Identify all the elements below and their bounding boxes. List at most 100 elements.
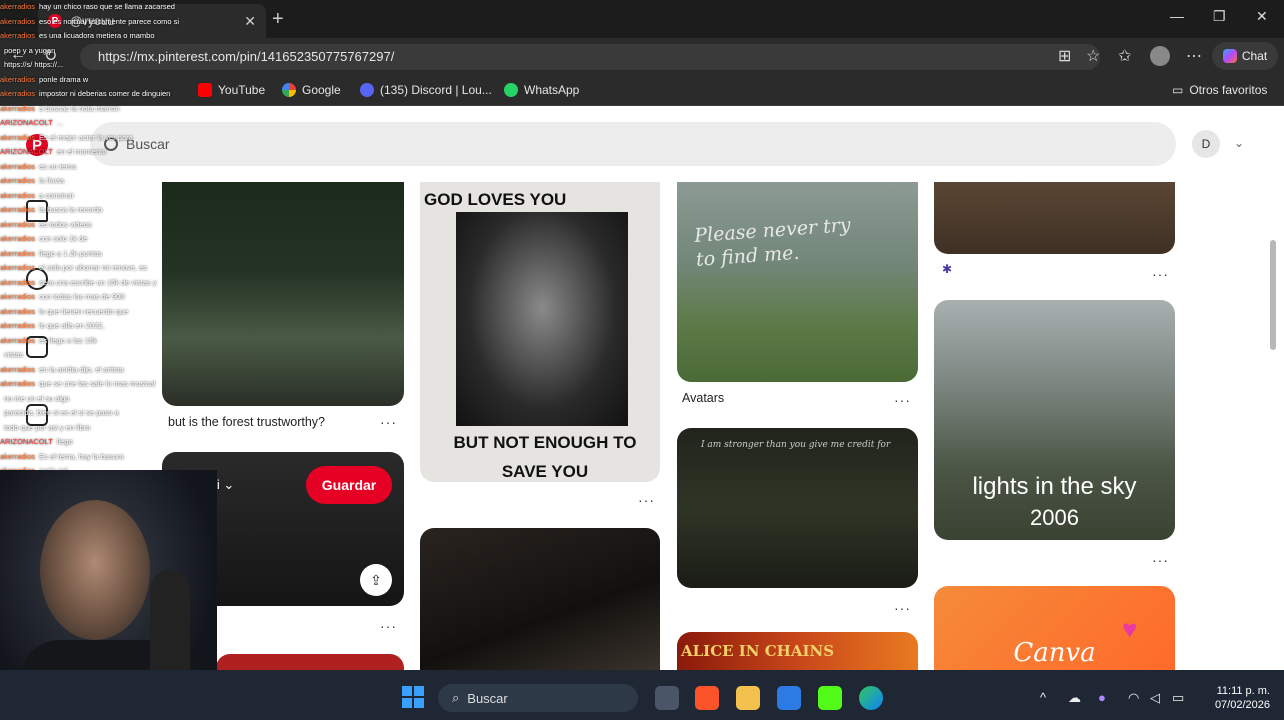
pin-alice-in-chains[interactable]: ALICE IN CHAINS [677,632,918,670]
pin-please-never-try[interactable]: Please never try to find me. [677,182,918,382]
chat-message: akerradios llego a 1.2k puntos [0,247,220,262]
favorites-icon[interactable]: ✩ [1118,46,1131,66]
scrollbar-thumb[interactable] [1270,240,1276,350]
chat-text: https://s/ https://... [4,60,64,69]
chat-text: impostor ni deberias comer de dinguien [39,89,171,98]
chat-message: no me un el su algo [0,392,220,407]
chat-text: con todas los mas de 900 [39,292,125,301]
kick-icon[interactable] [818,686,842,710]
pin-canva-ad[interactable]: Canva ♥ [934,586,1175,670]
chat-username: akerradios [0,176,36,185]
onedrive-icon[interactable]: ☁ [1068,690,1081,706]
taskbar [0,670,1284,720]
chat-username: akerradios [0,248,36,258]
copilot-chat-button[interactable]: Chat [1212,42,1278,70]
pin-night-forest-image[interactable] [420,528,660,670]
chat-message: akerradios es llego a las 15k [0,334,220,349]
more-menu-icon[interactable]: ⋯ [1186,46,1202,66]
pin-caption[interactable]: Avatars [682,391,724,405]
chat-text: eso es normal fisicamente parece como si [39,16,180,26]
chat-message: todo que por asi y en libro [0,421,220,436]
chat-message: poep y a yugan [0,44,220,59]
bookmark-discord[interactable]: (135) Discord | Lou... [360,83,492,97]
minimize-icon[interactable]: — [1170,8,1184,24]
file-explorer-icon[interactable] [736,686,760,710]
chat-message: parecida, bien si es el si se paso a [0,406,220,421]
store-icon[interactable] [777,686,801,710]
bookmark-whatsapp[interactable]: WhatsApp [504,83,579,97]
more-options-icon[interactable]: ··· [894,392,911,408]
save-button[interactable]: Guardar [306,466,392,504]
chat-message: https://s/ https://... [0,58,220,73]
other-favorites[interactable]: ▭ Otros favoritos [1172,83,1267,97]
wifi-icon[interactable]: ◠ [1128,690,1139,706]
close-tab-icon[interactable]: ✕ [244,13,256,30]
chat-username: akerradios [0,379,36,388]
more-options-icon[interactable]: ··· [380,618,397,634]
chat-username: akerradios [0,16,36,26]
windows-start-icon[interactable] [402,686,424,708]
more-options-icon[interactable]: ··· [1152,266,1169,282]
chat-username: akerradios [0,31,36,40]
task-view-icon[interactable] [655,686,679,710]
angel-photo [456,212,628,426]
microphone-icon[interactable]: ● [1098,690,1106,705]
chat-username: akerradios [0,321,36,330]
chat-message: akerradios sera una escribe un 15k de vis… [0,276,220,291]
show-hidden-icons-chevron[interactable]: ^ [1040,690,1046,705]
address-bar[interactable]: https://mx.pinterest.com/pin/14165235077… [80,44,1100,70]
search-input[interactable]: Buscar [90,122,1176,166]
chat-username: akerradios [0,219,36,229]
chevron-down-icon[interactable]: ⌄ [1234,136,1244,150]
chat-message: akerradios impostor ni deberias comer de … [0,87,220,102]
chat-text: no me un el su algo [4,393,70,403]
board-select[interactable]: ii ⌄ [214,477,234,493]
chat-username: ARIZONACOLT [0,437,53,446]
bookmark-google[interactable]: Google [282,83,341,97]
chat-message: akerradios eo todos videos [0,218,220,233]
edge-icon[interactable] [859,686,883,710]
new-tab-icon[interactable]: + [272,8,284,31]
pin-lights-in-the-sky[interactable]: lights in the sky 2006 [934,300,1175,540]
pin-god-loves-you[interactable]: GOD LOVES YOU BUT NOT ENOUGH TO SAVE YOU [420,182,660,482]
more-options-icon[interactable]: ··· [894,600,911,616]
chat-message: akerradios lo que alla en 2022, [0,319,220,334]
chat-message: akerradios a construir [0,189,220,204]
taskbar-clock[interactable]: 11:11 p. m. 07/02/2026 [1198,684,1270,712]
close-window-icon[interactable]: ✕ [1256,8,1268,25]
browser-profile-avatar[interactable] [1150,46,1170,66]
chat-username: akerradios [0,292,36,301]
more-options-icon[interactable]: ··· [380,414,397,430]
copilot-icon [1222,49,1237,63]
profile-avatar[interactable]: D [1192,130,1220,158]
chat-text: es llego a las 15k [39,335,97,345]
chat-text: lo que tienen recuerdo que [39,306,129,316]
pin-path-image[interactable] [934,182,1175,254]
chat-username: akerradios [0,306,36,316]
heart-icon: ♥ [1122,614,1138,644]
taskbar-search[interactable]: ⌕ Buscar [438,684,638,712]
chat-username: akerradios [0,205,36,214]
chat-username: akerradios [0,263,36,272]
battery-icon[interactable]: ▭ [1172,690,1184,706]
more-options-icon[interactable]: ··· [1152,552,1169,568]
favorite-star-icon[interactable]: ☆ [1086,46,1100,66]
app-available-icon[interactable]: ⊞ [1058,46,1071,66]
share-icon[interactable]: ⇪ [360,564,392,596]
chat-message: ARIZONACOLT... [0,116,220,131]
chat-text: en la anidia dijo, el artista [39,364,124,374]
pin-partial-image[interactable] [216,654,404,670]
chat-username: akerradios [0,234,36,243]
brave-icon[interactable] [695,686,719,710]
chat-username: akerradios [0,2,36,11]
chat-text: parecida, bien si es el si se paso a [4,408,119,417]
chat-username: ARIZONACOLT [0,118,53,127]
chat-text: es un tema [39,161,77,171]
maximize-icon[interactable]: ❐ [1213,8,1226,25]
folder-icon: ▭ [1172,83,1184,97]
chat-username: akerradios [0,103,36,113]
volume-icon[interactable]: ◁ [1150,690,1160,706]
pin-text-top: GOD LOVES YOU [424,190,567,209]
more-options-icon[interactable]: ··· [638,492,655,508]
pin-stronger-image[interactable]: I am stronger than you give me credit fo… [677,428,918,588]
